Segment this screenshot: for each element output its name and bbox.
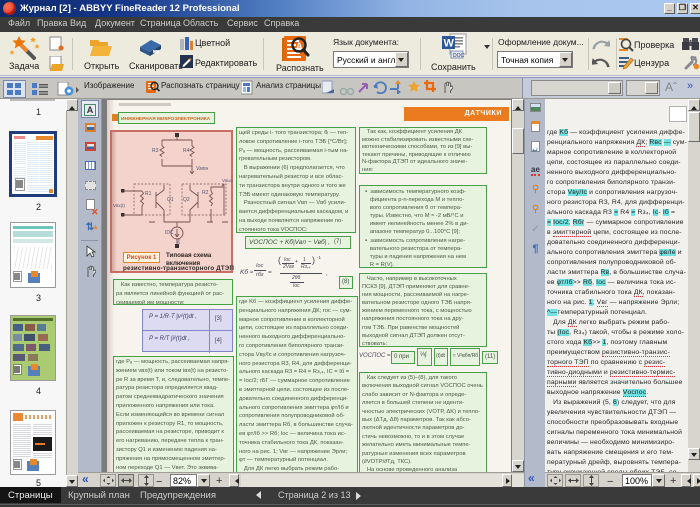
svg-text:Vвх(t): Vвх(t) (113, 203, 125, 208)
svg-text:R1: R1 (145, 191, 152, 197)
svg-text:Vмпн: Vмпн (196, 166, 209, 172)
svg-text:IDC: IDC (165, 230, 174, 236)
svg-text:A: A (296, 41, 303, 51)
svg-text:Vee: Vee (176, 237, 181, 245)
svg-text:DOC: DOC (453, 53, 465, 59)
svg-text:R3: R3 (152, 148, 159, 154)
svg-text:Q1: Q1 (167, 197, 174, 203)
svg-text:R4: R4 (183, 148, 190, 154)
svg-text:Q2: Q2 (183, 197, 190, 203)
svg-text:W: W (444, 38, 455, 50)
svg-text:R2: R2 (202, 190, 209, 196)
svg-text:Vвых: Vвых (222, 178, 234, 183)
